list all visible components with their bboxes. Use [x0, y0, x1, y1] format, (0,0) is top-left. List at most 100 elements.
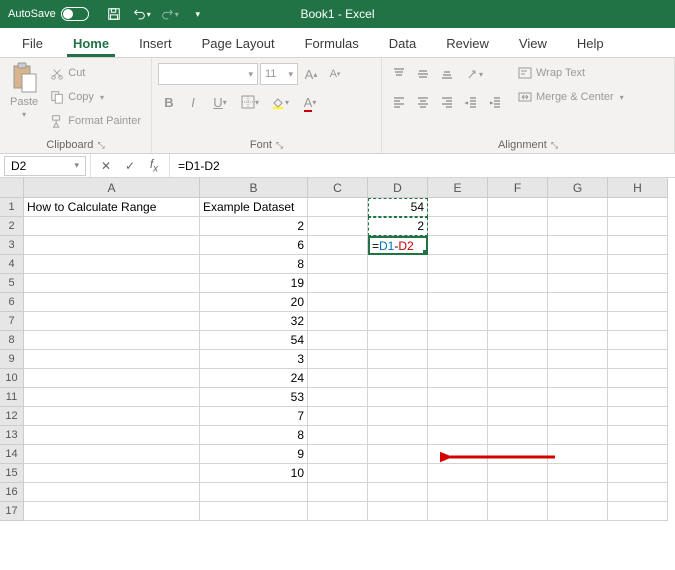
cell[interactable]: [548, 464, 608, 483]
cell[interactable]: [24, 255, 200, 274]
cell[interactable]: [548, 331, 608, 350]
cell[interactable]: [308, 483, 368, 502]
cell[interactable]: [24, 350, 200, 369]
cell[interactable]: [368, 388, 428, 407]
row-header[interactable]: 12: [0, 407, 24, 426]
font-launcher-icon[interactable]: ⤡: [276, 140, 283, 151]
wrap-text-button[interactable]: Wrap Text: [514, 62, 628, 84]
cell[interactable]: [368, 274, 428, 293]
cell[interactable]: [428, 274, 488, 293]
cell[interactable]: [308, 407, 368, 426]
cell[interactable]: [608, 350, 668, 369]
cell[interactable]: 32: [200, 312, 308, 331]
tab-view[interactable]: View: [505, 30, 561, 57]
cell[interactable]: [548, 350, 608, 369]
cell[interactable]: [548, 426, 608, 445]
cell[interactable]: [548, 388, 608, 407]
row-header[interactable]: 7: [0, 312, 24, 331]
cell[interactable]: [308, 388, 368, 407]
align-right-icon[interactable]: [436, 91, 458, 113]
row-header[interactable]: 8: [0, 331, 24, 350]
tab-file[interactable]: File: [8, 30, 57, 57]
cell[interactable]: [428, 293, 488, 312]
clipboard-launcher-icon[interactable]: ⤡: [97, 140, 104, 151]
tab-help[interactable]: Help: [563, 30, 618, 57]
cell[interactable]: [548, 312, 608, 331]
cell[interactable]: [24, 407, 200, 426]
cell[interactable]: [428, 464, 488, 483]
cell[interactable]: [24, 293, 200, 312]
cell[interactable]: [608, 464, 668, 483]
cell[interactable]: [428, 198, 488, 217]
cell[interactable]: [308, 312, 368, 331]
cell[interactable]: [488, 483, 548, 502]
cut-button[interactable]: Cut: [46, 62, 145, 84]
cell[interactable]: [608, 483, 668, 502]
cell[interactable]: [24, 217, 200, 236]
cell[interactable]: Example Dataset: [200, 198, 308, 217]
cell[interactable]: [488, 407, 548, 426]
cell[interactable]: [24, 331, 200, 350]
cell[interactable]: 24: [200, 369, 308, 388]
cell[interactable]: [548, 293, 608, 312]
cell[interactable]: [368, 293, 428, 312]
increase-indent-icon[interactable]: [484, 91, 506, 113]
border-icon[interactable]: ▾: [236, 91, 264, 113]
undo-icon[interactable]: ▾: [133, 5, 151, 23]
row-header[interactable]: 13: [0, 426, 24, 445]
cell[interactable]: [488, 255, 548, 274]
font-size-select[interactable]: 11▾: [260, 63, 298, 85]
cell[interactable]: [24, 274, 200, 293]
cell[interactable]: [428, 350, 488, 369]
cell[interactable]: [608, 236, 668, 255]
name-box[interactable]: D2▾: [4, 156, 86, 176]
qat-customize-icon[interactable]: ▾: [189, 5, 207, 23]
cell[interactable]: [548, 369, 608, 388]
cell[interactable]: [308, 198, 368, 217]
cell[interactable]: [488, 293, 548, 312]
cell[interactable]: 20: [200, 293, 308, 312]
cell[interactable]: 9: [200, 445, 308, 464]
cell[interactable]: [308, 217, 368, 236]
tab-home[interactable]: Home: [59, 30, 123, 57]
cell[interactable]: [368, 502, 428, 521]
cell[interactable]: [308, 255, 368, 274]
fill-color-icon[interactable]: ▾: [266, 91, 294, 113]
cell[interactable]: [308, 445, 368, 464]
cell[interactable]: [608, 312, 668, 331]
cell[interactable]: [428, 483, 488, 502]
italic-icon[interactable]: I: [182, 91, 204, 113]
alignment-launcher-icon[interactable]: ⤡: [551, 140, 558, 151]
format-painter-button[interactable]: Format Painter: [46, 110, 145, 132]
cell[interactable]: [548, 407, 608, 426]
cell[interactable]: [368, 312, 428, 331]
cell[interactable]: [608, 426, 668, 445]
cell[interactable]: [548, 198, 608, 217]
cell[interactable]: [428, 426, 488, 445]
row-header[interactable]: 6: [0, 293, 24, 312]
cell[interactable]: [428, 255, 488, 274]
cell[interactable]: [608, 198, 668, 217]
redo-icon[interactable]: ▾: [161, 5, 179, 23]
cell[interactable]: [368, 445, 428, 464]
col-header[interactable]: G: [548, 178, 608, 198]
cell[interactable]: [548, 255, 608, 274]
font-family-select[interactable]: ▾: [158, 63, 258, 85]
cell[interactable]: [488, 388, 548, 407]
cell[interactable]: [608, 388, 668, 407]
cell[interactable]: 10: [200, 464, 308, 483]
cell[interactable]: [488, 312, 548, 331]
decrease-font-icon[interactable]: A▾: [324, 63, 346, 85]
fx-icon[interactable]: fx: [145, 157, 163, 175]
cell[interactable]: [368, 350, 428, 369]
cell[interactable]: 19: [200, 274, 308, 293]
cell[interactable]: [488, 502, 548, 521]
row-header[interactable]: 10: [0, 369, 24, 388]
cell[interactable]: [608, 407, 668, 426]
cell[interactable]: [428, 407, 488, 426]
cell[interactable]: [308, 502, 368, 521]
row-header[interactable]: 17: [0, 502, 24, 521]
cell[interactable]: [428, 369, 488, 388]
cell[interactable]: [488, 369, 548, 388]
cell[interactable]: [428, 388, 488, 407]
